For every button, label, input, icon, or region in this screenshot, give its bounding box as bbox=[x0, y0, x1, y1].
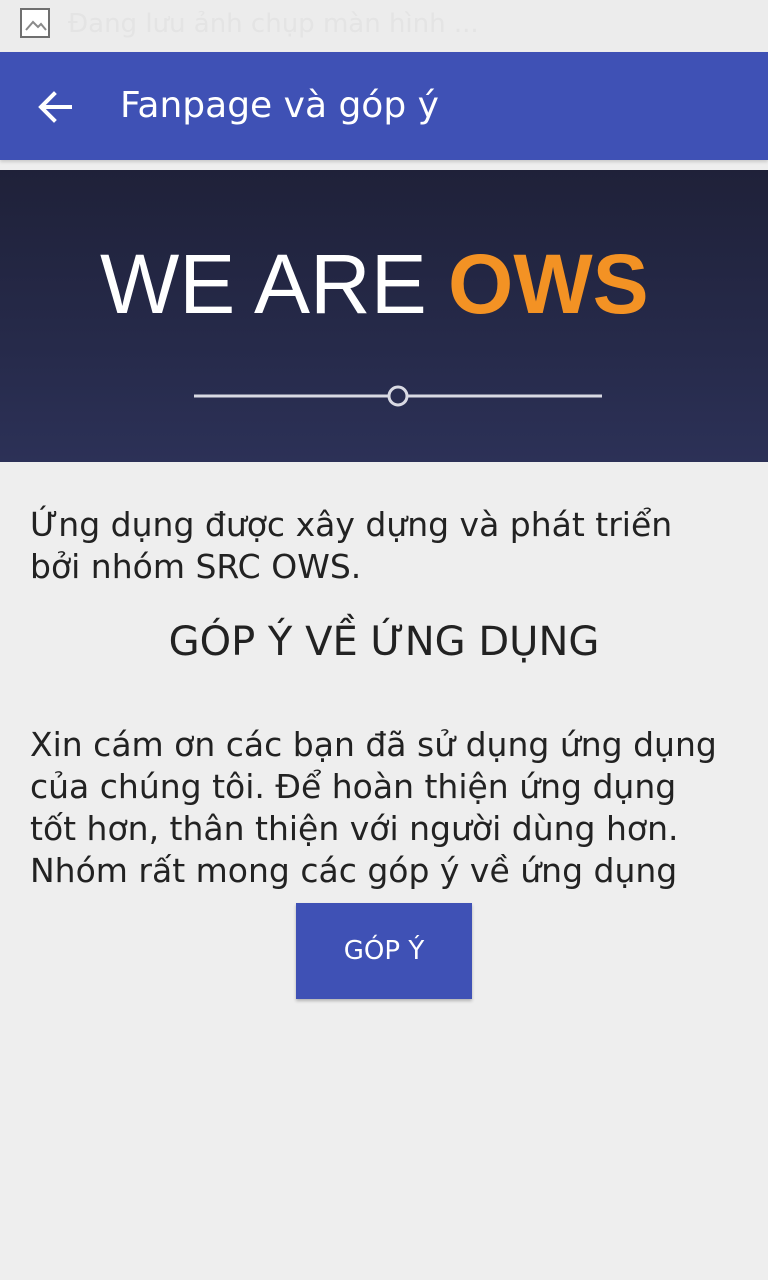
image-icon bbox=[20, 8, 50, 38]
status-bar: Đang lưu ảnh chụp màn hình ... bbox=[0, 0, 768, 50]
feedback-heading: GÓP Ý VỀ ỨNG DỤNG bbox=[168, 619, 600, 665]
arrow-left-icon[interactable] bbox=[36, 87, 76, 127]
thanks-text: Xin cám ơn các bạn đã sử dụng ứng dụng c… bbox=[30, 725, 717, 890]
app-bar: Fanpage và góp ý bbox=[0, 52, 768, 160]
banner-text-ows: OWS bbox=[448, 237, 649, 331]
feedback-button[interactable]: GÓP Ý bbox=[296, 903, 472, 999]
page-title: Fanpage và góp ý bbox=[120, 85, 439, 126]
intro-text: Ứng dụng được xây dựng và phát triển bởi… bbox=[30, 505, 673, 586]
notification-text: Đang lưu ảnh chụp màn hình ... bbox=[68, 9, 479, 39]
ows-banner-image: WE ARE OWS bbox=[0, 170, 768, 462]
banner-text-we-are: WE ARE bbox=[100, 237, 427, 331]
